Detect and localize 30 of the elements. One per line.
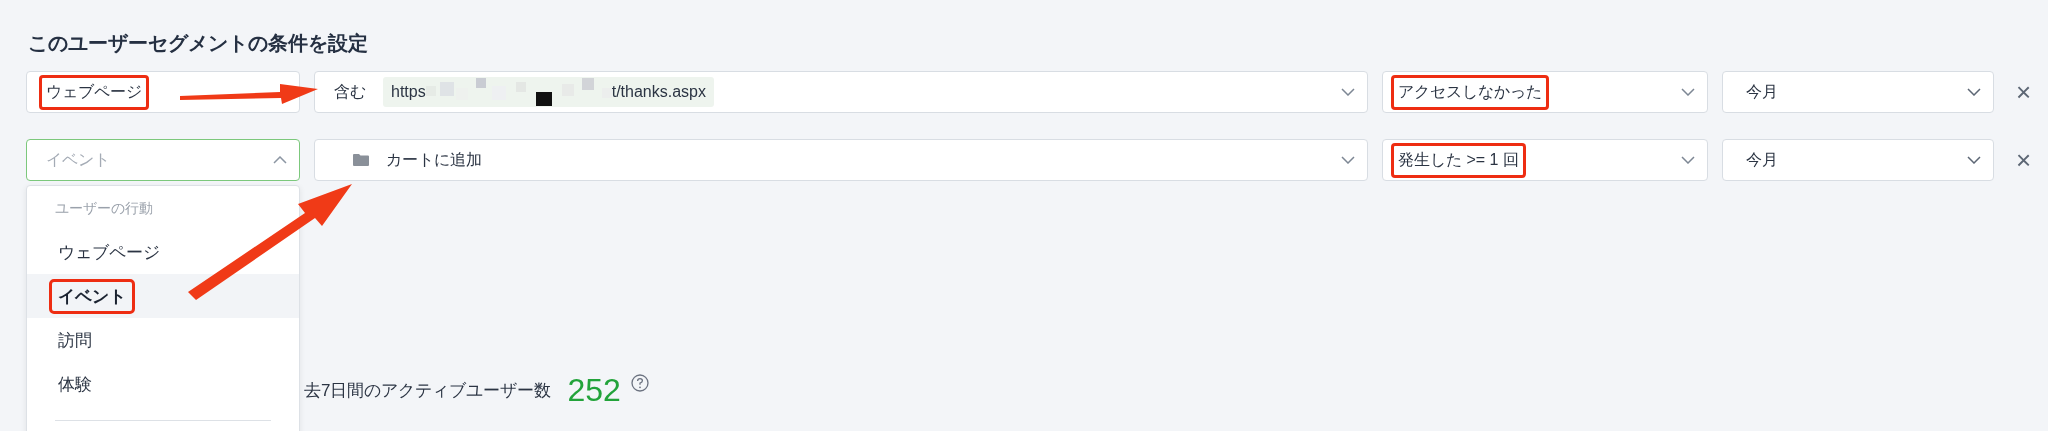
- chevron-down-icon: [1341, 156, 1355, 164]
- remove-button[interactable]: ×: [2012, 144, 2036, 176]
- menu-item[interactable]: イベント: [27, 274, 299, 318]
- active-users-count: 252: [567, 372, 621, 409]
- chevron-down-icon: [1967, 88, 1981, 96]
- chevron-up-icon: [273, 156, 287, 164]
- menu-item[interactable]: ウェブページ: [27, 230, 299, 274]
- target-select[interactable]: 含む https t/thanks.aspx: [314, 71, 1368, 113]
- remove-button[interactable]: ×: [2012, 76, 2036, 108]
- operator-label: 含む: [333, 81, 367, 102]
- chevron-down-icon: [1967, 156, 1981, 164]
- menu-item[interactable]: 訪問: [27, 318, 299, 362]
- action-select[interactable]: 発生した >= 1 回: [1382, 139, 1708, 181]
- help-icon: [630, 374, 649, 392]
- chevron-down-icon: [1341, 88, 1355, 96]
- menu-item[interactable]: 体験: [27, 362, 299, 406]
- target-select[interactable]: カートに追加: [314, 139, 1368, 181]
- period-select[interactable]: 今月: [1722, 139, 1994, 181]
- folder-icon: [353, 154, 369, 166]
- period-select[interactable]: 今月: [1722, 71, 1994, 113]
- chevron-down-icon: [1681, 156, 1695, 164]
- chevron-down-icon: [1681, 88, 1695, 96]
- url-end: t/thanks.aspx: [611, 83, 706, 101]
- url-start: https: [391, 83, 426, 101]
- menu-group-label: ユーザーの行動: [54, 200, 154, 218]
- action-select[interactable]: アクセスしなかった: [1382, 71, 1708, 113]
- category-select[interactable]: ウェブページ: [26, 71, 300, 113]
- section-title: このユーザーセグメントの条件を設定: [27, 31, 369, 56]
- event-name: カートに追加: [385, 149, 483, 170]
- active-users-label: 去7日間のアクティブユーザー数: [304, 380, 552, 402]
